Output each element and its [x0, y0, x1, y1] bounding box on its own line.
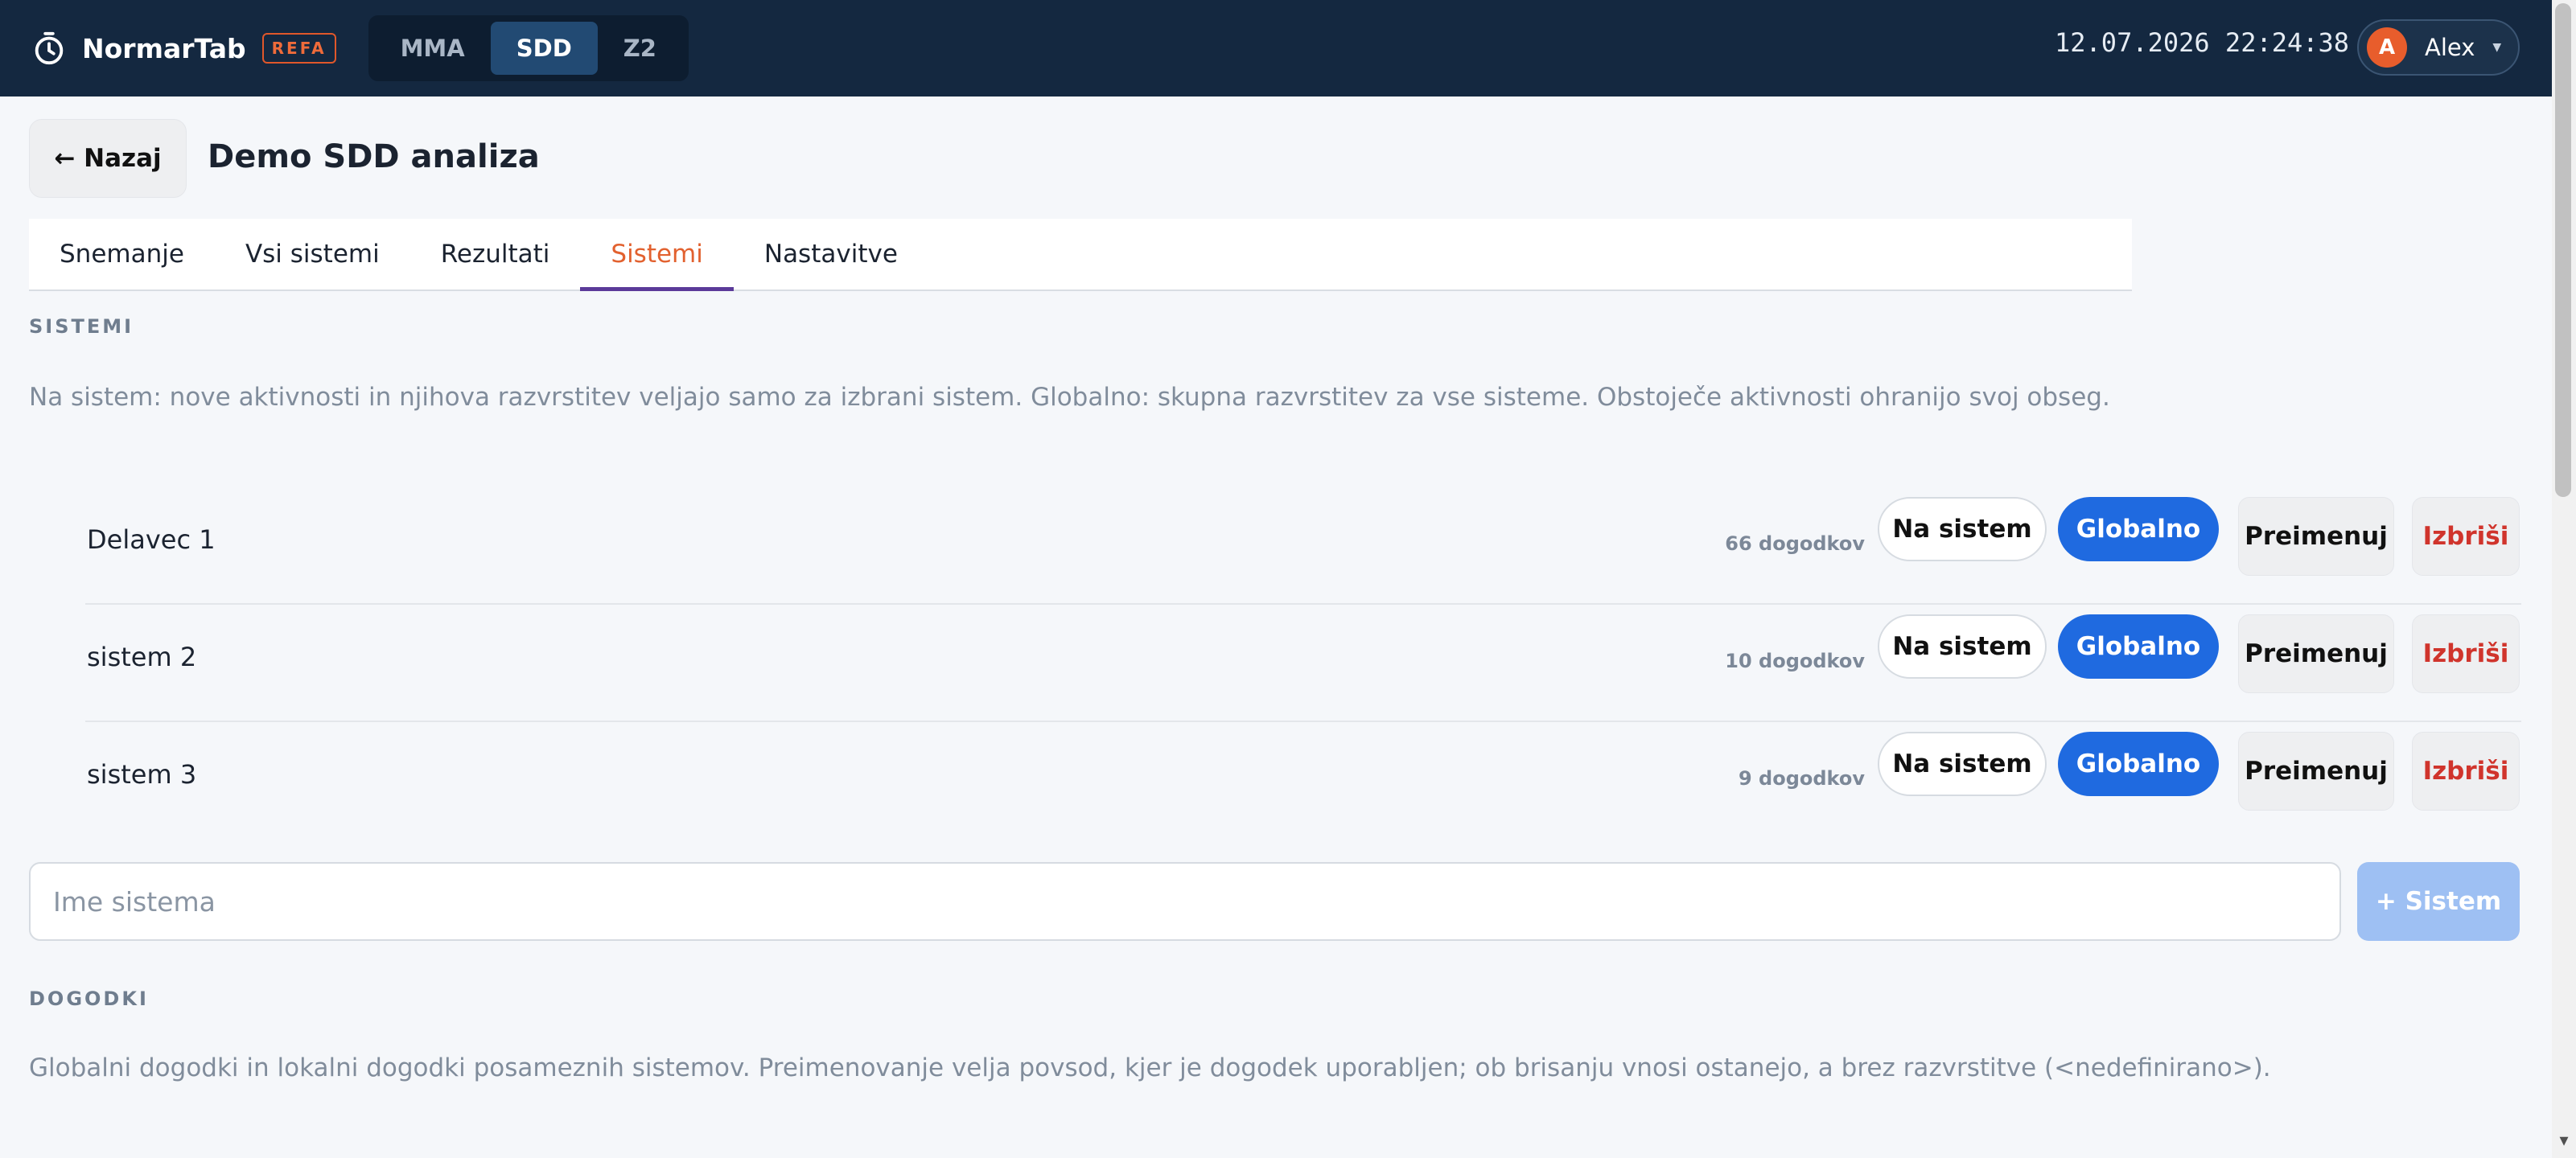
tab-bar: Snemanje Vsi sistemi Rezultati Sistemi N… — [29, 219, 2132, 291]
system-event-count: 66 dogodkov — [1725, 532, 1865, 555]
system-row: sistem 3 9 dogodkov Na sistem Globalno P… — [85, 722, 2521, 840]
system-event-count: 10 dogodkov — [1725, 650, 1865, 672]
mode-mma-button[interactable]: MMA — [375, 22, 491, 75]
events-section-description: Globalni dogodki in lokalni dogodki posa… — [29, 1053, 2271, 1082]
tab-nastavitve[interactable]: Nastavitve — [734, 219, 928, 290]
tab-snemanje[interactable]: Snemanje — [29, 219, 215, 290]
stopwatch-icon — [35, 31, 64, 65]
add-system-button[interactable]: + Sistem — [2357, 862, 2520, 941]
scope-local-button[interactable]: Na sistem — [1878, 614, 2047, 679]
system-event-count: 9 dogodkov — [1738, 767, 1865, 790]
mode-z2-button[interactable]: Z2 — [598, 22, 682, 75]
scope-global-button[interactable]: Globalno — [2058, 732, 2219, 796]
top-bar: NormarTab REFA MMA SDD Z2 12.07.2026 22:… — [0, 0, 2552, 96]
avatar: A — [2367, 27, 2407, 68]
user-name: Alex — [2425, 34, 2475, 61]
system-name: sistem 2 — [87, 642, 197, 672]
app-name: NormarTab — [82, 32, 246, 64]
system-name: Delavec 1 — [87, 524, 216, 555]
events-section-label: DOGODKI — [29, 988, 149, 1010]
system-name-input[interactable] — [29, 862, 2341, 941]
system-row: Delavec 1 66 dogodkov Na sistem Globalno… — [85, 487, 2521, 605]
tab-sistemi[interactable]: Sistemi — [580, 219, 735, 291]
brand[interactable]: NormarTab REFA — [31, 30, 336, 67]
scope-global-button[interactable]: Globalno — [2058, 497, 2219, 561]
scope-local-button[interactable]: Na sistem — [1878, 732, 2047, 796]
system-name: sistem 3 — [87, 759, 197, 790]
mode-switcher: MMA SDD Z2 — [368, 15, 689, 81]
rename-button[interactable]: Preimenuj — [2238, 732, 2394, 811]
scroll-down-arrow-icon[interactable]: ▾ — [2552, 1129, 2576, 1153]
datetime-display: 12.07.2026 22:24:38 — [2055, 27, 2350, 58]
caret-down-icon: ▼ — [2492, 41, 2502, 54]
app-badge: REFA — [261, 33, 336, 64]
systems-section-description: Na sistem: nove aktivnosti in njihova ra… — [29, 383, 2110, 412]
scope-local-button[interactable]: Na sistem — [1878, 497, 2047, 561]
rename-button[interactable]: Preimenuj — [2238, 497, 2394, 576]
user-menu[interactable]: A Alex ▼ — [2357, 19, 2520, 76]
back-button[interactable]: ← Nazaj — [29, 119, 187, 198]
page-title: Demo SDD analiza — [208, 138, 540, 175]
scrollbar-thumb[interactable] — [2555, 3, 2571, 497]
tab-rezultati[interactable]: Rezultati — [410, 219, 581, 290]
tab-vsi-sistemi[interactable]: Vsi sistemi — [215, 219, 410, 290]
system-row: sistem 2 10 dogodkov Na sistem Globalno … — [85, 605, 2521, 722]
scope-global-button[interactable]: Globalno — [2058, 614, 2219, 679]
delete-button[interactable]: Izbriši — [2412, 732, 2520, 811]
delete-button[interactable]: Izbriši — [2412, 497, 2520, 576]
rename-button[interactable]: Preimenuj — [2238, 614, 2394, 693]
systems-section-label: SISTEMI — [29, 315, 134, 338]
mode-sdd-button[interactable]: SDD — [490, 22, 598, 75]
delete-button[interactable]: Izbriši — [2412, 614, 2520, 693]
